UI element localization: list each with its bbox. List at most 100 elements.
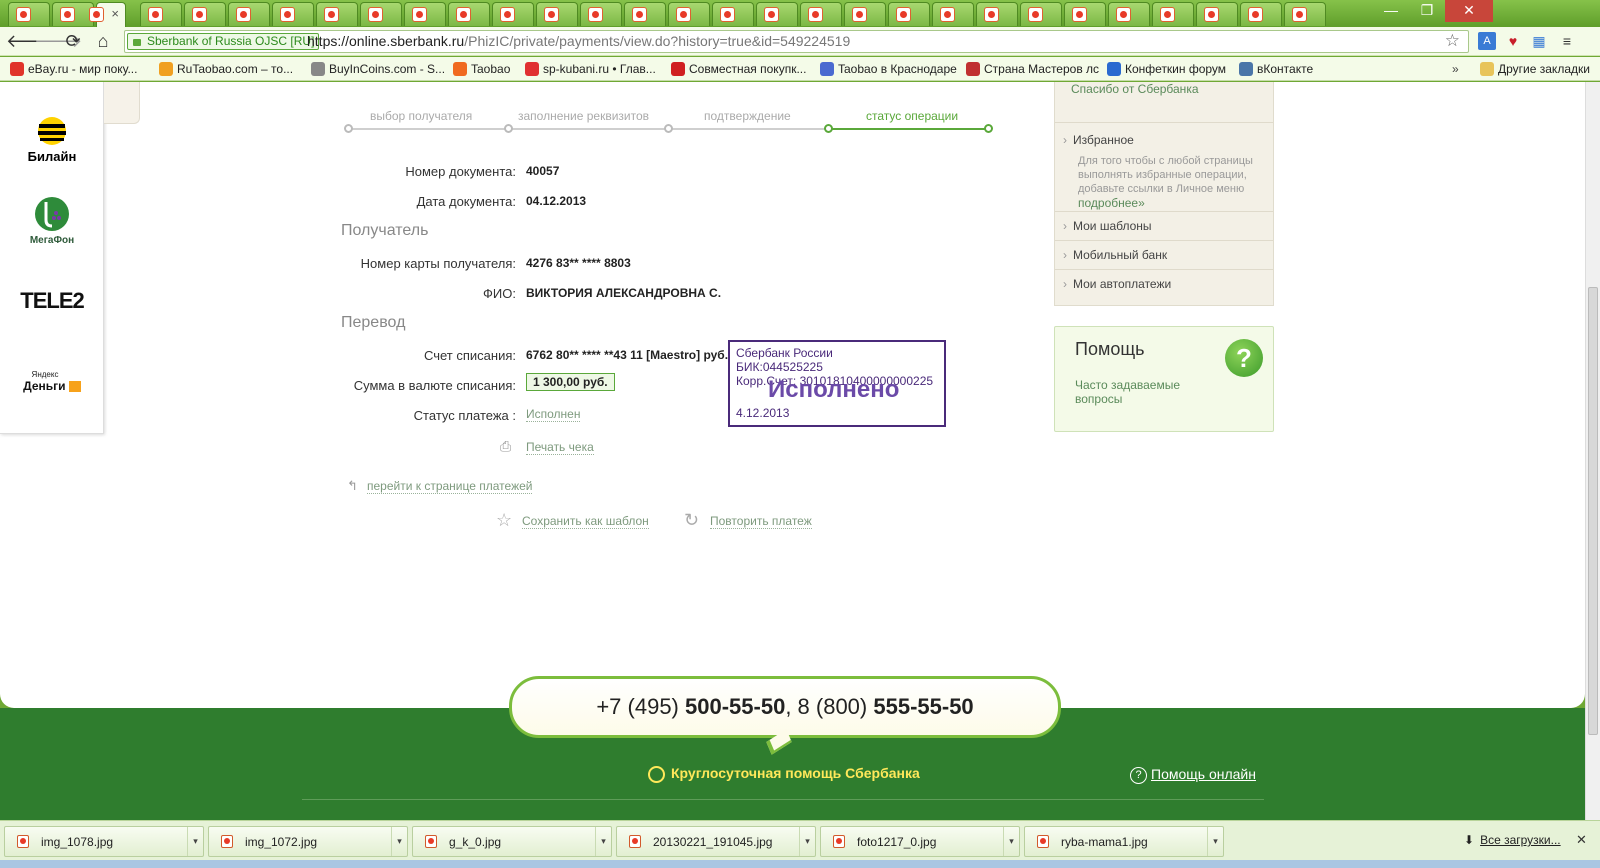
download-item[interactable]: img_1072.jpg ▾ [208,826,408,857]
browser-tab[interactable] [668,2,710,26]
tab-favicon-icon [456,7,471,22]
browser-tab[interactable] [1284,2,1326,26]
back-icon[interactable]: 🡐 [6,31,54,51]
tab-favicon-icon [676,7,691,22]
autopayments-item[interactable]: Мои автоплатежи [1055,270,1273,299]
browser-tab[interactable] [1196,2,1238,26]
browser-tab[interactable] [1020,2,1062,26]
address-bar[interactable]: Sberbank of Russia OJSC [RU] https://onl… [124,30,1469,53]
bookmark-star-icon[interactable]: ☆ [1445,31,1460,51]
bookmarks-overflow-icon[interactable]: » [1452,60,1459,78]
vertical-scrollbar[interactable] [1585,82,1600,820]
download-item[interactable]: img_1078.jpg ▾ [4,826,204,857]
home-icon[interactable]: ⌂ [92,31,114,51]
mobile-bank-item[interactable]: Мобильный банк [1055,241,1273,270]
apps-grid-icon[interactable]: ▦ [1530,32,1548,50]
bookmark-item[interactable]: eBay.ru - мир поку... [8,60,137,78]
browser-tab[interactable] [272,2,314,26]
translate-icon[interactable]: A [1478,32,1496,50]
heart-extension-icon[interactable]: ♥ [1504,32,1522,50]
browser-tab[interactable] [932,2,974,26]
online-help-link[interactable]: ? Помощь онлайн [1130,766,1256,784]
download-menu-caret-icon[interactable]: ▾ [1207,827,1223,856]
browser-tab[interactable] [1152,2,1194,26]
browser-tab[interactable] [888,2,930,26]
browser-tab[interactable] [8,2,50,26]
print-receipt-link[interactable]: Печать чека [526,440,594,455]
tele2-logo[interactable]: TELE2 [0,288,104,314]
close-window-button[interactable]: ✕ [1445,0,1493,22]
repeat-payment-link[interactable]: Повторить платеж [710,514,812,529]
download-menu-caret-icon[interactable]: ▾ [1003,827,1019,856]
my-templates-item[interactable]: Мои шаблоны [1055,212,1273,241]
tab-favicon-icon [236,7,251,22]
favorites-item[interactable]: Избранное Для того чтобы с любой страниц… [1055,122,1273,212]
browser-tab[interactable] [492,2,534,26]
yandex-money-logo[interactable]: Яндекс Деньги [0,370,104,393]
download-menu-caret-icon[interactable]: ▾ [187,827,203,856]
megafon-logo[interactable]: МегаФон [0,196,104,246]
favorites-more-link[interactable]: подробнее» [1073,196,1273,210]
download-item[interactable]: g_k_0.jpg ▾ [412,826,612,857]
help-question-icon[interactable]: ? [1225,339,1263,377]
forward-icon[interactable]: 🡒 [34,31,82,51]
minimize-button[interactable]: — [1373,0,1409,22]
close-downloads-icon[interactable]: ✕ [1576,832,1587,848]
bookmark-item[interactable]: вКонтакте [1237,60,1313,78]
all-downloads-link[interactable]: ⬇ Все загрузки... [1464,833,1561,847]
tab-close-icon[interactable]: × [111,6,119,21]
bookmark-item[interactable]: Taobao в Краснодаре [818,60,957,78]
step-dot [664,124,673,133]
browser-tab[interactable] [712,2,754,26]
download-filename: img_1072.jpg [245,835,318,849]
faq-link[interactable]: Часто задаваемые вопросы [1075,378,1195,406]
browser-tab[interactable] [140,2,182,26]
download-item[interactable]: foto1217_0.jpg ▾ [820,826,1020,857]
reload-icon[interactable]: ⟳ [62,31,84,51]
menu-icon[interactable]: ≡ [1558,32,1576,50]
bookmark-item[interactable]: Конфеткин форум [1105,60,1226,78]
other-bookmarks-folder[interactable]: Другие закладки [1478,60,1590,78]
download-menu-caret-icon[interactable]: ▾ [391,827,407,856]
tab-favicon-icon [368,7,383,22]
repeat-icon: ↻ [684,510,700,530]
url-text[interactable]: https://online.sberbank.ru/PhizIC/privat… [307,33,850,49]
bookmark-item[interactable]: RuTaobao.com – то... [157,60,293,78]
browser-tab[interactable] [316,2,358,26]
browser-tab[interactable] [360,2,402,26]
browser-tab[interactable] [52,2,94,26]
browser-tab[interactable] [756,2,798,26]
download-menu-caret-icon[interactable]: ▾ [799,827,815,856]
download-item[interactable]: ryba-mama1.jpg ▾ [1024,826,1224,857]
scrollbar-thumb[interactable] [1588,287,1598,735]
browser-tab[interactable] [448,2,490,26]
bookmark-item[interactable]: Совместная покупк... [669,60,806,78]
bookmark-item[interactable]: Taobao [451,60,510,78]
browser-tab[interactable] [1064,2,1106,26]
browser-tab[interactable] [1108,2,1150,26]
image-file-icon [1037,835,1049,848]
browser-tab[interactable] [536,2,578,26]
download-menu-caret-icon[interactable]: ▾ [595,827,611,856]
thanks-link[interactable]: Спасибо от Сбербанка [1071,82,1199,96]
browser-tab[interactable] [404,2,446,26]
browser-tab[interactable] [800,2,842,26]
browser-tab[interactable] [1240,2,1282,26]
save-template-link[interactable]: Сохранить как шаблон [522,514,649,529]
browser-tab[interactable] [844,2,886,26]
ev-certificate-badge[interactable]: Sberbank of Russia OJSC [RU] [127,33,320,50]
browser-tab[interactable] [184,2,226,26]
browser-tab[interactable] [228,2,270,26]
maximize-button[interactable]: ❐ [1409,0,1445,22]
bookmark-item[interactable]: sp-kubani.ru • Глав... [523,60,656,78]
browser-tab[interactable] [624,2,666,26]
bookmark-item[interactable]: Страна Мастеров лс [964,60,1099,78]
browser-tab[interactable] [976,2,1018,26]
back-to-payments-link[interactable]: перейти к странице платежей [367,479,533,494]
bookmark-item[interactable]: BuyInCoins.com - S... [309,60,445,78]
beeline-logo[interactable]: Билайн [0,116,104,164]
download-item[interactable]: 20130221_191045.jpg ▾ [616,826,816,857]
download-filename: foto1217_0.jpg [857,835,937,849]
browser-tab[interactable] [580,2,622,26]
browser-tab[interactable]: × [89,2,126,27]
